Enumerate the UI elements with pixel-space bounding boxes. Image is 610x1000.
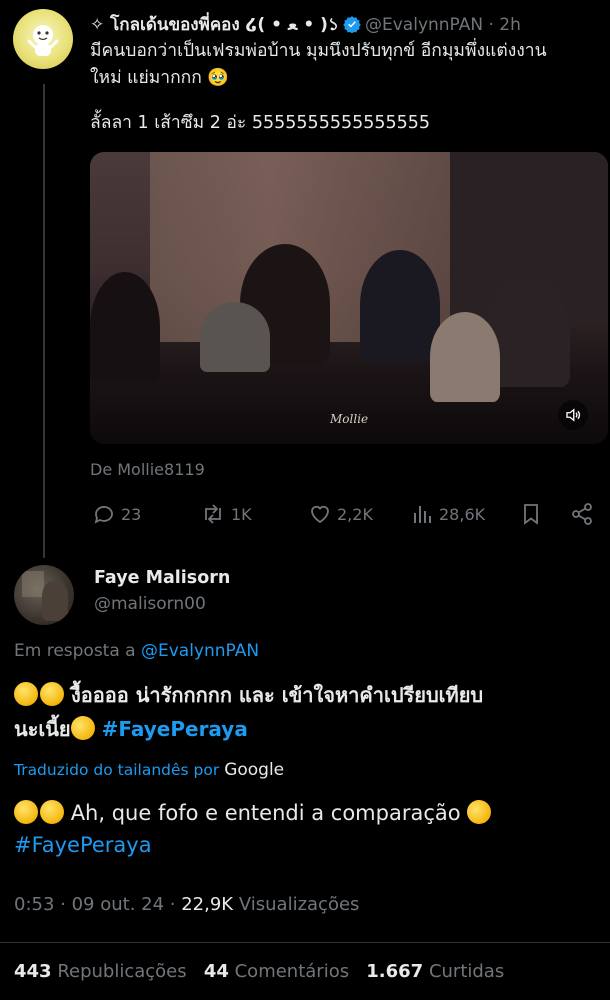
reply-text-line: งื้ออออ น่ารักกกกก และ เข้าใจหาคำเปรียบเ… [70, 683, 484, 707]
bookmark-button[interactable] [520, 502, 542, 526]
hashtag-link[interactable]: #FayePeraya [14, 833, 152, 857]
thread-connector-line [43, 84, 45, 558]
video-figure [430, 312, 500, 402]
translated-label: Traduzido do tailandês por [14, 761, 220, 779]
comments-stat[interactable]: 44 Comentários [204, 961, 349, 982]
comments-count: 44 [203, 961, 229, 982]
mascot-icon [27, 25, 59, 56]
heart-icon [311, 505, 329, 524]
bookmark-icon [524, 504, 538, 525]
share-icon [572, 503, 592, 525]
divider [0, 942, 610, 943]
reposts-label: Republicações [57, 961, 187, 982]
rofl-emoji-icon [463, 796, 495, 828]
tweet-video[interactable]: Mollie [90, 152, 608, 444]
likes-count: 1.667 [366, 961, 424, 982]
like-button[interactable]: 2,2K [308, 502, 373, 526]
share-button[interactable] [570, 502, 594, 526]
engagement-stats: 443 Republicações 44 Comentários 1.667 C… [14, 961, 504, 982]
likes-label: Curtidas [428, 961, 505, 982]
tweet-actions: 23 1K 2,2K 28,6K [90, 502, 605, 528]
tweet-timestamp[interactable]: 0:53 · 09 out. 24 · [14, 894, 175, 915]
reply-count: 23 [121, 504, 142, 524]
reposts-count: 443 [14, 961, 52, 982]
hashtag-link[interactable]: #FayePeraya [102, 717, 248, 741]
avatar-photo-detail [22, 571, 44, 597]
media-source[interactable]: De Mollie8119 [90, 460, 205, 479]
view-count: 28,6K [439, 504, 486, 524]
google-logo: Google [224, 760, 285, 780]
video-figure [90, 272, 160, 382]
reply-text: งื้ออออ น่ารักกกกก และ เข้าใจหาคำเปรียบเ… [14, 678, 604, 746]
hand-over-mouth-emoji-icon [40, 800, 64, 824]
hand-over-mouth-emoji-icon [40, 682, 64, 706]
reply-author-name[interactable]: Faye Malisorn [94, 568, 230, 588]
reposts-stat[interactable]: 443 Republicações [14, 961, 187, 982]
tweet-views-label: Visualizações [238, 894, 360, 915]
repost-icon [205, 504, 221, 524]
reply-button[interactable]: 23 [92, 502, 141, 526]
tweet-text: มีคนบอกว่าเป็นเฟรมพ่อบ้าน มุมนึงปรับทุกข… [90, 38, 608, 137]
translation-attribution[interactable]: Traduzido do tailandês por Google [14, 760, 284, 780]
avatar[interactable] [14, 565, 74, 625]
avatar[interactable] [13, 9, 73, 69]
hand-over-mouth-emoji-icon [14, 800, 38, 824]
avatar-photo-detail [42, 581, 68, 621]
verified-badge-icon [343, 15, 361, 35]
tweet-header: ✧ โกลเด้นของพี่คอง ໒( • ﻌ • )১ @EvalynnPA… [90, 11, 602, 35]
repost-button[interactable]: 1K [200, 502, 252, 526]
translated-text-line: Ah, que fofo e entendi a comparação [70, 801, 461, 825]
tweet-text-line: มีคนบอกว่าเป็นเฟรมพ่อบ้าน มุมนึงปรับทุกข… [90, 41, 547, 61]
reply-author-handle[interactable]: @malisorn00 [94, 594, 206, 614]
speaker-icon [566, 408, 581, 422]
reply-icon [94, 506, 113, 524]
hand-over-mouth-emoji-icon [14, 682, 38, 706]
replying-to: Em resposta a @EvalynnPAN [14, 641, 259, 661]
tweet-text-line: ลั้ลลา 1 เส้าซึม 2 อ่ะ 5555555555555555 [90, 113, 431, 133]
tweet-time[interactable]: · 2h [488, 15, 520, 35]
video-figure [200, 302, 270, 372]
translated-text: Ah, que fofo e entendi a comparação #Fay… [14, 796, 604, 861]
views-button[interactable]: 28,6K [412, 502, 485, 526]
author-name[interactable]: ✧ โกลเด้นของพี่คอง ໒( • ﻌ • )১ [90, 15, 339, 35]
comments-label: Comentários [234, 961, 350, 982]
reply-text-line: นะเนี้ย [14, 717, 71, 741]
tweet-meta: 0:53 · 09 out. 24 · 22,9K Visualizações [14, 894, 359, 915]
author-handle[interactable]: @EvalynnPAN [365, 15, 483, 35]
tweet-text-line: ใหม่ แย่มากกก 🥹 [90, 68, 230, 88]
rofl-emoji-icon [67, 712, 99, 744]
repost-count: 1K [231, 504, 252, 524]
video-watermark: Mollie [330, 412, 369, 426]
reply-mention-link[interactable]: @EvalynnPAN [141, 641, 259, 661]
analytics-icon [414, 506, 431, 523]
mute-button[interactable] [558, 400, 588, 430]
like-count: 2,2K [337, 504, 373, 524]
video-figure [360, 250, 440, 360]
tweet-view-count: 22,9K [181, 894, 234, 915]
replying-to-label: Em resposta a [14, 641, 136, 661]
likes-stat[interactable]: 1.667 Curtidas [366, 961, 504, 982]
